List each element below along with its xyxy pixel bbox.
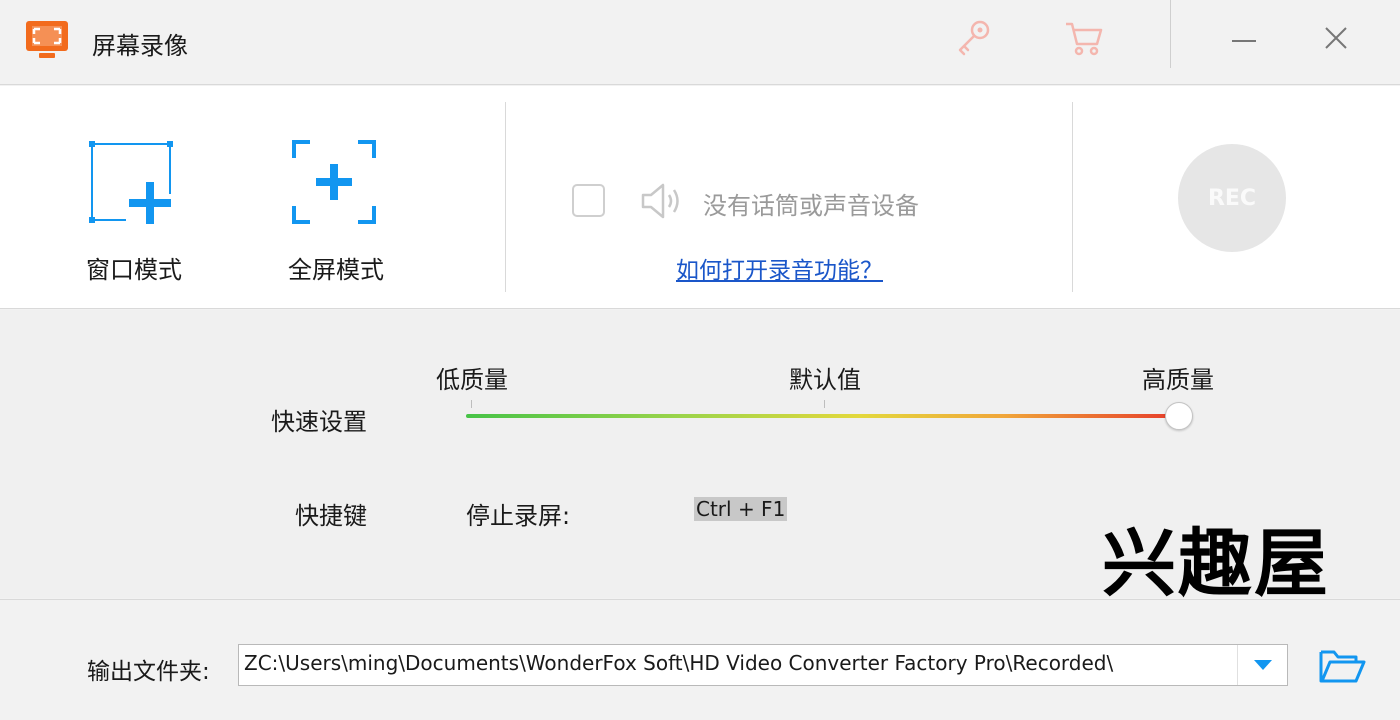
- chevron-down-icon: [1253, 660, 1272, 670]
- output-folder-label: 输出文件夹:: [87, 659, 210, 685]
- fullscreen-mode-button[interactable]: 全屏模式: [266, 136, 406, 286]
- quality-slider-thumb[interactable]: [1165, 402, 1193, 430]
- output-path-dropdown[interactable]: [1237, 645, 1287, 685]
- stop-recording-label: 停止录屏:: [466, 502, 571, 530]
- window-mode-button[interactable]: 窗口模式: [64, 136, 204, 286]
- audio-record-checkbox[interactable]: [572, 184, 605, 217]
- fullscreen-mode-icon: [292, 140, 376, 224]
- slider-tick: [471, 400, 472, 408]
- key-icon[interactable]: [952, 16, 996, 60]
- audio-status-text: 没有话筒或声音设备: [703, 192, 919, 220]
- quality-default-label: 默认值: [789, 366, 861, 394]
- rec-button[interactable]: REC: [1178, 144, 1286, 252]
- stop-hotkey-field[interactable]: Ctrl + F1: [694, 497, 788, 521]
- window-mode-icon: [89, 141, 173, 224]
- folder-open-icon[interactable]: [1318, 648, 1366, 684]
- quick-settings-label: 快速设置: [271, 408, 367, 436]
- quality-slider-track[interactable]: [466, 414, 1182, 418]
- hotkey-label: 快捷键: [295, 502, 367, 530]
- slider-tick: [824, 400, 825, 408]
- app-logo-icon: [26, 21, 68, 58]
- panel-divider: [505, 102, 506, 292]
- settings-panel: 快速设置 低质量 默认值 高质量 快捷键 停止录屏: Ctrl + F1: [0, 310, 1400, 598]
- app-title: 屏幕录像: [92, 32, 188, 60]
- panel-divider: [1072, 102, 1073, 292]
- output-path-text: ZC:\Users\ming\Documents\WonderFox Soft\…: [244, 651, 1114, 675]
- speaker-icon: [641, 183, 679, 219]
- titlebar-separator: [1170, 0, 1171, 68]
- fullscreen-mode-label: 全屏模式: [288, 256, 384, 284]
- cart-icon[interactable]: [1062, 16, 1106, 60]
- title-bar: 屏幕录像: [0, 0, 1400, 85]
- window-mode-label: 窗口模式: [86, 256, 182, 284]
- minimize-icon[interactable]: [1226, 22, 1262, 58]
- quality-high-label: 高质量: [1142, 366, 1214, 394]
- output-path-field[interactable]: ZC:\Users\ming\Documents\WonderFox Soft\…: [238, 644, 1288, 686]
- close-icon[interactable]: [1318, 20, 1354, 56]
- output-panel: 输出文件夹: ZC:\Users\ming\Documents\WonderFo…: [0, 599, 1400, 720]
- recording-mode-panel: 窗口模式 全屏模式 没有话筒或声音设备 如何打开录音功能？ REC: [0, 86, 1400, 309]
- quality-low-label: 低质量: [436, 366, 508, 394]
- audio-help-link[interactable]: 如何打开录音功能？: [676, 251, 883, 285]
